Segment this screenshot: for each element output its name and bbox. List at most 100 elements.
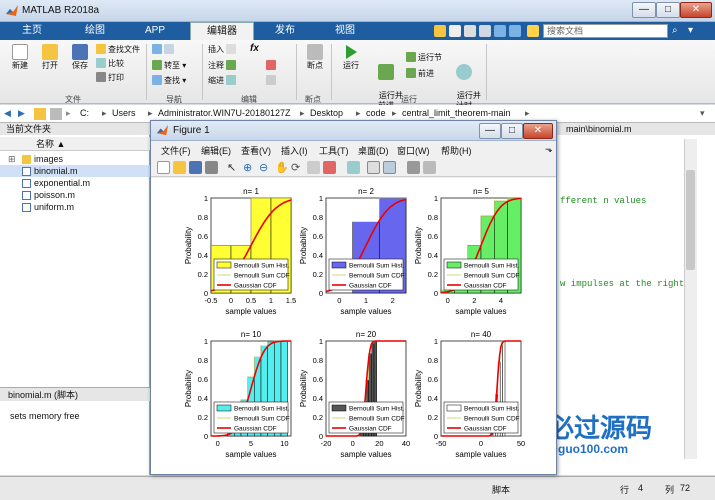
legend-label: Gaussian CDF — [349, 426, 392, 433]
status-col: 72 — [680, 483, 691, 493]
print-button[interactable]: 打印 — [96, 72, 124, 83]
editor-scroll-thumb[interactable] — [686, 170, 695, 270]
x-axis-label: sample values — [455, 307, 506, 316]
name-column-header[interactable]: 名称 ▲ — [0, 137, 150, 151]
new-button[interactable]: 新建 — [6, 44, 34, 71]
brush-icon[interactable] — [323, 161, 336, 174]
expand-icon[interactable]: ⊞ — [8, 153, 16, 165]
save-button[interactable]: 保存 — [66, 44, 94, 71]
paste-quick-icon[interactable] — [479, 25, 491, 37]
tab-plots[interactable]: 绘图 — [68, 22, 122, 40]
menu-file[interactable]: 文件(F) — [161, 144, 191, 157]
forward-icon[interactable]: ▶ — [18, 108, 30, 120]
browse-folder-icon[interactable] — [50, 108, 62, 120]
back-icon[interactable]: ◀ — [4, 108, 16, 120]
advance-label: 前进 — [418, 69, 434, 78]
zoom-out-icon[interactable]: ⊖ — [259, 161, 272, 174]
code-line[interactable]: fferent n values — [560, 196, 646, 206]
open-button[interactable]: 打开 — [36, 44, 64, 71]
figure-close-button[interactable]: ✕ — [523, 123, 553, 139]
print-figure-icon[interactable] — [205, 161, 218, 174]
find-icon — [152, 75, 162, 85]
legend-swatch — [216, 261, 232, 269]
list-item[interactable]: binomial.m — [0, 165, 150, 177]
find-files-label: 查找文件 — [108, 45, 140, 54]
crumb-user-folder[interactable]: Administrator.WIN7U-20180127Z — [158, 108, 291, 118]
code-line[interactable]: w impulses at the right p — [560, 279, 695, 289]
indent-button[interactable]: 缩进 — [208, 75, 238, 86]
goto-button[interactable]: 转至 ▾ — [152, 60, 186, 71]
smart-indent-icon[interactable] — [266, 75, 278, 86]
menu-insert[interactable]: 插入(I) — [281, 144, 308, 157]
save-quick-icon[interactable] — [434, 25, 446, 37]
zoom-in-icon[interactable]: ⊕ — [243, 161, 256, 174]
breakpoints-button[interactable]: 断点 — [302, 44, 328, 71]
menu-desktop[interactable]: 桌面(D) — [358, 144, 389, 157]
close-button[interactable]: ✕ — [680, 2, 712, 18]
pointer-icon[interactable]: ↖ — [227, 161, 240, 174]
editor-tab[interactable]: main\binomial.m — [554, 123, 715, 135]
documentation-search-input[interactable]: 搜索文档 — [543, 24, 668, 38]
fx-button[interactable]: fx — [250, 43, 259, 54]
up-folder-icon[interactable] — [34, 108, 46, 120]
rotate-3d-icon[interactable]: ⟳ — [291, 161, 304, 174]
menu-view[interactable]: 查看(V) — [241, 144, 271, 157]
insert-button[interactable]: 插入 — [208, 44, 238, 55]
tab-editor[interactable]: 编辑器 — [190, 22, 254, 40]
list-item-folder[interactable]: ⊞ images — [0, 153, 150, 165]
crumb-drive[interactable]: C: — [80, 108, 89, 118]
cut-quick-icon[interactable] — [449, 25, 461, 37]
insert-legend-icon[interactable] — [383, 161, 396, 174]
redo-quick-icon[interactable] — [509, 25, 521, 37]
crumb-code[interactable]: code — [366, 108, 386, 118]
menu-tools[interactable]: 工具(T) — [319, 144, 349, 157]
crumb-users[interactable]: Users — [112, 108, 136, 118]
crumb-project[interactable]: central_limit_theorem-main — [402, 108, 511, 118]
menu-window[interactable]: 窗口(W) — [397, 144, 430, 157]
figure-minimize-button[interactable]: — — [479, 123, 501, 139]
minimize-button[interactable]: — — [632, 2, 656, 18]
figure-maximize-button[interactable]: □ — [501, 123, 523, 139]
comment-button[interactable]: 注释 — [208, 60, 238, 71]
show-plot-tools-icon[interactable] — [423, 161, 436, 174]
dock-arrow-icon[interactable]: ⬎ — [545, 144, 553, 155]
list-item[interactable]: poisson.m — [0, 189, 150, 201]
run-label: 运行 — [343, 61, 359, 70]
undo-quick-icon[interactable] — [494, 25, 506, 37]
list-item[interactable]: exponential.m — [0, 177, 150, 189]
tab-home[interactable]: 主页 — [8, 22, 56, 40]
open-file-icon[interactable] — [173, 161, 186, 174]
details-header[interactable]: binomial.m (脚本) — [0, 387, 150, 401]
uncomment-icon[interactable] — [266, 60, 278, 71]
insert-colorbar-icon[interactable] — [367, 161, 380, 174]
search-icon[interactable]: ⌕ — [672, 25, 678, 36]
y-tick-label: 0.6 — [198, 375, 208, 384]
maximize-button[interactable]: □ — [656, 2, 680, 18]
link-plot-icon[interactable] — [347, 161, 360, 174]
find-files-button[interactable]: 查找文件 — [96, 44, 140, 55]
menu-edit[interactable]: 编辑(E) — [201, 144, 231, 157]
run-section-button[interactable]: 运行节 — [406, 52, 442, 63]
data-cursor-icon[interactable] — [307, 161, 320, 174]
copy-quick-icon[interactable] — [464, 25, 476, 37]
address-dropdown-icon[interactable]: ▾ — [700, 108, 705, 119]
find-button[interactable]: 查找 ▾ — [152, 75, 186, 86]
list-item[interactable]: uniform.m — [0, 201, 150, 213]
new-figure-icon[interactable] — [157, 161, 170, 174]
hide-plot-tools-icon[interactable] — [407, 161, 420, 174]
advance-button[interactable]: 前进 — [406, 68, 434, 79]
back-forward-buttons[interactable] — [152, 44, 176, 55]
compare-button[interactable]: 比较 — [96, 58, 124, 69]
menu-help[interactable]: 帮助(H) — [441, 144, 472, 157]
pan-hand-icon[interactable]: ✋ — [275, 161, 289, 174]
tab-view[interactable]: 视图 — [318, 22, 372, 40]
help-quick-icon[interactable] — [527, 25, 539, 37]
go-up-icon[interactable]: ▸ — [66, 108, 78, 120]
options-icon[interactable]: ▾ — [688, 25, 693, 36]
crumb-desktop[interactable]: Desktop — [310, 108, 343, 118]
save-figure-icon[interactable] — [189, 161, 202, 174]
legend-label: Bernoulli Sum CDF — [234, 273, 290, 280]
run-button[interactable]: 运行 — [338, 44, 364, 71]
tab-apps[interactable]: APP — [128, 22, 182, 40]
tab-publish[interactable]: 发布 — [258, 22, 312, 40]
